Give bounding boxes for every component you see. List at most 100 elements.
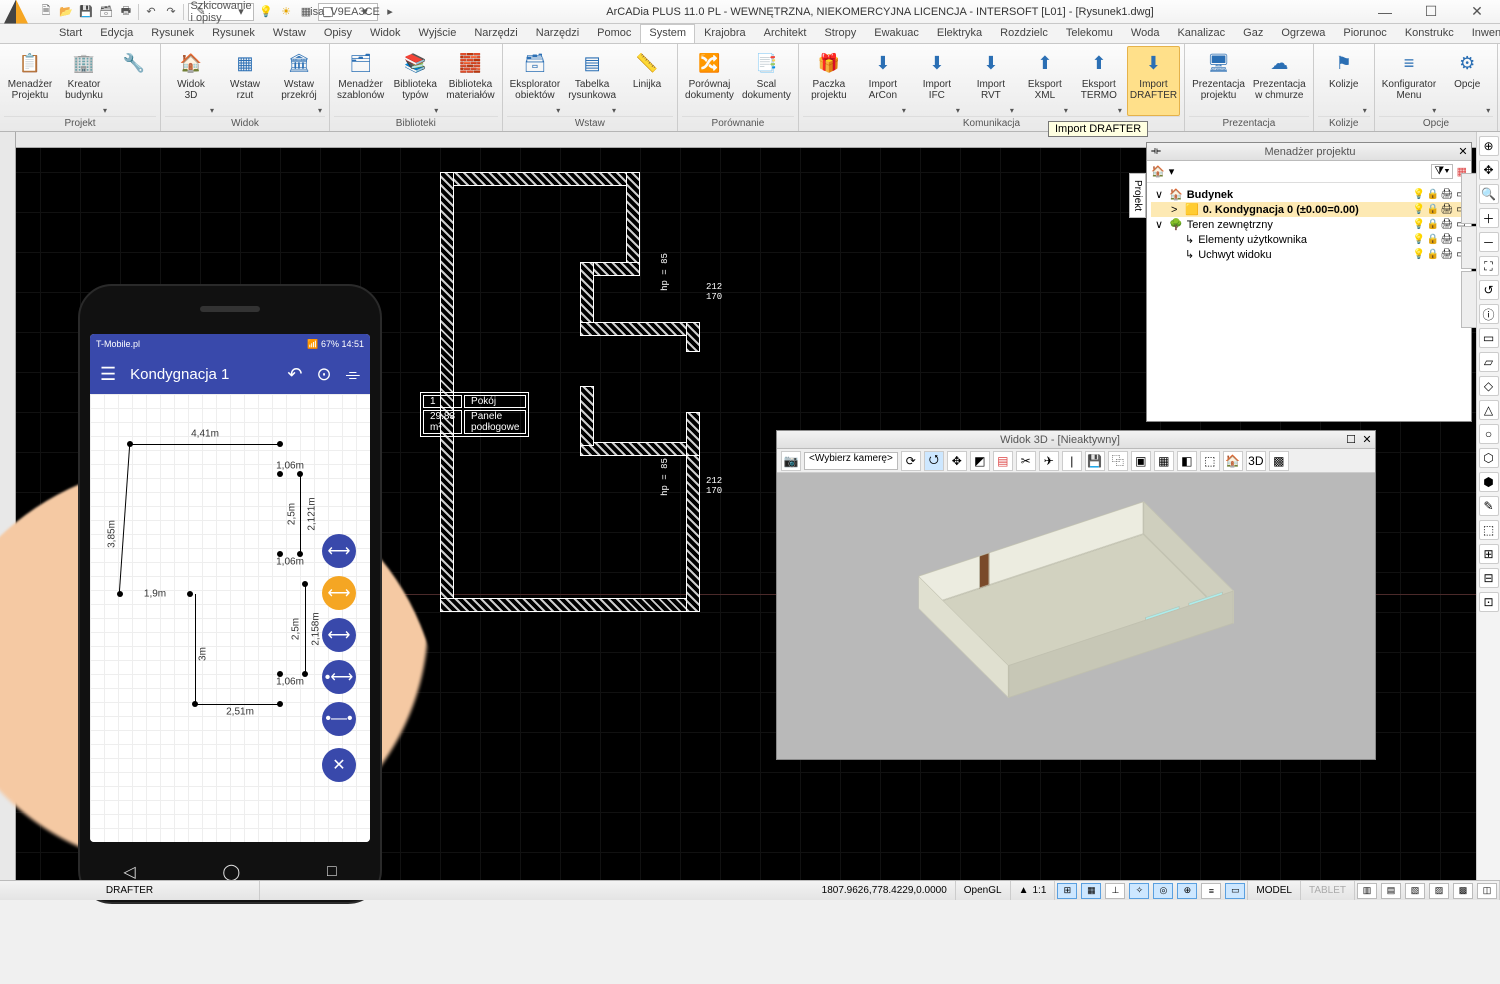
t12-icon[interactable]: ⊡ [1479, 592, 1499, 612]
ribbon-btn-wstaw-przekrój[interactable]: 🏛Wstaw przekrój▾ [273, 46, 325, 116]
tree-node[interactable]: >🟨0. Kondygnacja 0 (±0.00=0.00)💡🔒🖨▭ [1151, 202, 1467, 217]
expand-icon[interactable]: ∨ [1155, 218, 1165, 231]
open-icon[interactable]: 📂 [58, 4, 74, 20]
drawing-area[interactable]: hp = 85 212 170 hp = 85 212 170 1Pokój 2… [0, 132, 1500, 880]
home-icon[interactable]: 🏠 [1151, 165, 1165, 178]
tab-stropy[interactable]: Stropy [815, 24, 865, 43]
expand-icon[interactable]: > [1171, 204, 1181, 216]
camera-combo[interactable]: <Wybierz kamerę> [804, 452, 898, 470]
layer-combo[interactable]: isa_V9EA3CE ▾ [318, 3, 378, 21]
ribbon-btn-import-arcon[interactable]: ⬇Import ArCon▾ [857, 46, 909, 116]
pan-icon[interactable]: ✥ [1479, 160, 1499, 180]
ribbon-btn-menadżer-szablonów[interactable]: 🗂Menadżer szablonów [334, 46, 387, 116]
ribbon-btn-import-rvt[interactable]: ⬇Import RVT▾ [965, 46, 1017, 116]
v3-save-icon[interactable]: 💾 [1085, 451, 1105, 471]
tab-gaz[interactable]: Gaz [1234, 24, 1272, 43]
tab-narzędzi[interactable]: Narzędzi [465, 24, 526, 43]
v3-pan-icon[interactable]: ✥ [947, 451, 967, 471]
node-vis-icon[interactable]: 🖨 [1441, 189, 1453, 201]
t1-icon[interactable]: ▭ [1479, 328, 1499, 348]
v3-max-icon[interactable]: ☐ [1343, 433, 1359, 446]
ribbon-btn-eksport-xml[interactable]: ⬆Eksport XML▾ [1019, 46, 1071, 116]
play-icon[interactable]: ▸ [382, 4, 398, 20]
ribbon-btn-biblioteka-materiałów[interactable]: 🧱Biblioteka materiałów [443, 46, 497, 116]
node-vis-icon[interactable]: 🔒 [1427, 249, 1439, 261]
node-vis-icon[interactable]: 💡 [1413, 219, 1425, 231]
toggle-c[interactable]: ▧ [1405, 883, 1425, 899]
node-vis-icon[interactable]: 🔒 [1427, 219, 1439, 231]
v3-b2-icon[interactable]: ▦ [1154, 451, 1174, 471]
ribbon-btn-scal-dokumenty[interactable]: 📑Scal dokumenty [739, 46, 794, 116]
ribbon-btn-prezentacja-w chmurze[interactable]: ☁Prezentacja w chmurze [1250, 46, 1309, 116]
pin-icon[interactable]: ⟛ [1147, 145, 1165, 158]
tab-architekt[interactable]: Architekt [755, 24, 816, 43]
status-tablet[interactable]: TABLET [1301, 881, 1355, 900]
node-vis-icon[interactable]: 🖨 [1441, 249, 1453, 261]
t2-icon[interactable]: ▱ [1479, 352, 1499, 372]
bulb-icon[interactable]: 💡 [258, 4, 274, 20]
t9-icon[interactable]: ⬚ [1479, 520, 1499, 540]
filter-icon[interactable]: ⧩▾ [1431, 164, 1452, 179]
tab-rysunek[interactable]: Rysunek [203, 24, 264, 43]
toggle-d[interactable]: ▨ [1429, 883, 1449, 899]
tab-woda[interactable]: Woda [1122, 24, 1169, 43]
tree-node[interactable]: ∨🌳Teren zewnętrzny💡🔒🖨▭ [1151, 217, 1467, 232]
zoom-in-icon[interactable]: ＋ [1479, 208, 1499, 228]
node-vis-icon[interactable]: 💡 [1413, 234, 1425, 246]
v3-b4-icon[interactable]: ⬚ [1200, 451, 1220, 471]
tab-konstrukc[interactable]: Konstrukc [1396, 24, 1463, 43]
status-scale[interactable]: ▲ 1:1 [1011, 881, 1056, 900]
v3-copy-icon[interactable]: ⿻ [1108, 451, 1128, 471]
v3-b6-icon[interactable]: 3D [1246, 451, 1266, 471]
v3-persp-icon[interactable]: ◩ [970, 451, 990, 471]
ribbon-btn-biblioteka-typów[interactable]: 📚Biblioteka typów▾ [389, 46, 441, 116]
tab-opisy[interactable]: Opisy [315, 24, 361, 43]
tab-wstaw[interactable]: Wstaw [264, 24, 315, 43]
t11-icon[interactable]: ⊟ [1479, 568, 1499, 588]
status-model[interactable]: MODEL [1248, 881, 1301, 900]
pm-tree[interactable]: ∨🏠Budynek💡🔒🖨▭>🟨0. Kondygnacja 0 (±0.00=0… [1147, 183, 1471, 266]
ribbon-btn-opcje[interactable]: ⚙Opcje▾ [1441, 46, 1493, 116]
v3-close-icon[interactable]: ✕ [1359, 433, 1375, 446]
tab-krajobra[interactable]: Krajobra [695, 24, 755, 43]
node-vis-icon[interactable]: 🖨 [1441, 204, 1453, 216]
t10-icon[interactable]: ⊞ [1479, 544, 1499, 564]
zoom-prev-icon[interactable]: ↺ [1479, 280, 1499, 300]
save-icon[interactable]: 💾 [78, 4, 94, 20]
t7-icon[interactable]: ⬢ [1479, 472, 1499, 492]
toggle-lwt[interactable]: ≡ [1201, 883, 1221, 899]
expand-icon[interactable]: ∨ [1155, 188, 1165, 201]
toggle-e[interactable]: ▩ [1453, 883, 1473, 899]
tab-piorunoc[interactable]: Piorunoc [1334, 24, 1395, 43]
zoom-out-icon[interactable]: － [1479, 232, 1499, 252]
toggle-osnap[interactable]: ◎ [1153, 883, 1173, 899]
node-vis-icon[interactable]: 🔒 [1427, 204, 1439, 216]
node-vis-icon[interactable]: 🖨 [1441, 234, 1453, 246]
ribbon-btn-x[interactable]: 🔧 [112, 46, 156, 116]
tab-ogrzewa[interactable]: Ogrzewa [1272, 24, 1334, 43]
tab-kanalizac[interactable]: Kanalizac [1168, 24, 1234, 43]
toggle-snap[interactable]: ⊞ [1057, 883, 1077, 899]
chevron-down-icon[interactable]: ▾ [1169, 165, 1175, 178]
pm-header[interactable]: ⟛ Menadżer projektu ✕ [1147, 143, 1471, 161]
toggle-ortho[interactable]: ⊥ [1105, 883, 1125, 899]
zoom-window-icon[interactable]: 🔍 [1479, 184, 1499, 204]
tree-node[interactable]: ↳Uchwyt widoku💡🔒🖨▭ [1151, 247, 1467, 262]
t5-icon[interactable]: ○ [1479, 424, 1499, 444]
ribbon-btn-import-ifc[interactable]: ⬇Import IFC▾ [911, 46, 963, 116]
v3-refresh-icon[interactable]: ⟳ [901, 451, 921, 471]
node-vis-icon[interactable]: 🖨 [1441, 219, 1453, 231]
ribbon-btn-menadżer-projektu[interactable]: 📋Menadżer Projektu [4, 46, 56, 116]
tab-pomoc[interactable]: Pomoc [588, 24, 640, 43]
v3-b5-icon[interactable]: 🏠 [1223, 451, 1243, 471]
saveall-icon[interactable]: 🗃 [98, 4, 114, 20]
v3-fly-icon[interactable]: ✈ [1039, 451, 1059, 471]
new-icon[interactable]: 🗎 [38, 4, 54, 20]
print-icon[interactable]: 🖶 [118, 4, 134, 20]
workspace-combo[interactable]: ✎ Szkicowanie i opisy ▾ [188, 3, 254, 21]
undo-icon[interactable]: ↶ [143, 4, 159, 20]
ribbon-btn-prezentacja-projektu[interactable]: 🖥Prezentacja projektu [1189, 46, 1248, 116]
tab-telekomu[interactable]: Telekomu [1057, 24, 1122, 43]
camera-icon[interactable]: 📷 [781, 451, 801, 471]
t6-icon[interactable]: ⬡ [1479, 448, 1499, 468]
